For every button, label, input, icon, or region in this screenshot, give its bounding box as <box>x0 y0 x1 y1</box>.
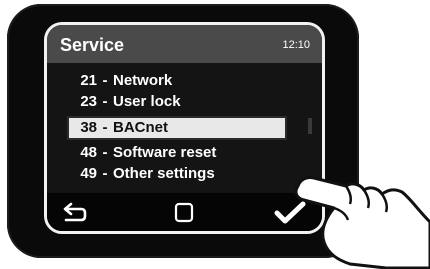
menu-item-separator: - <box>102 144 108 161</box>
menu-item-label: Other settings <box>113 165 215 182</box>
menu-item-code: 49 <box>80 165 97 182</box>
menu-item-code: 38 <box>80 119 97 136</box>
scrollbar[interactable] <box>308 118 312 134</box>
menu-item-label: Network <box>113 72 173 89</box>
back-arrow-icon <box>63 202 87 222</box>
service-menu-list: 21- Network 23- User lock 38- BACnet 48- Sof… <box>47 63 322 193</box>
menu-item-separator: - <box>102 72 108 89</box>
home-button[interactable] <box>170 201 198 225</box>
menu-item-network[interactable]: 21- Network <box>61 71 299 91</box>
square-icon <box>174 202 194 223</box>
menu-item-label: User lock <box>113 93 181 110</box>
touch-display: Service 12:10 21- Network 23- User lock 38… <box>44 22 325 234</box>
clock-time: 12:10 <box>282 39 310 51</box>
menu-item-label: BACnet <box>113 119 168 136</box>
menu-item-code: 21 <box>80 72 97 89</box>
pointing-hand-illustration <box>294 176 430 269</box>
back-button[interactable] <box>61 201 89 225</box>
menu-item-other-settings[interactable]: 49- Other settings <box>61 164 299 184</box>
screen-title: Service <box>60 35 125 55</box>
menu-item-label: Software reset <box>113 144 217 161</box>
menu-item-user-lock[interactable]: 23- User lock <box>61 92 299 112</box>
menu-item-software-reset[interactable]: 48- Software reset <box>61 143 299 163</box>
device-illustration: Service 12:10 21- Network 23- User lock 38… <box>0 0 430 269</box>
screen-header: Service 12:10 <box>47 25 322 63</box>
menu-item-separator: - <box>102 119 108 136</box>
menu-item-separator: - <box>102 165 108 182</box>
screen-footer <box>47 193 322 231</box>
menu-item-separator: - <box>102 93 108 110</box>
menu-item-code: 48 <box>80 144 97 161</box>
menu-item-bacnet[interactable]: 38- BACnet <box>67 116 287 140</box>
menu-item-code: 23 <box>80 93 97 110</box>
